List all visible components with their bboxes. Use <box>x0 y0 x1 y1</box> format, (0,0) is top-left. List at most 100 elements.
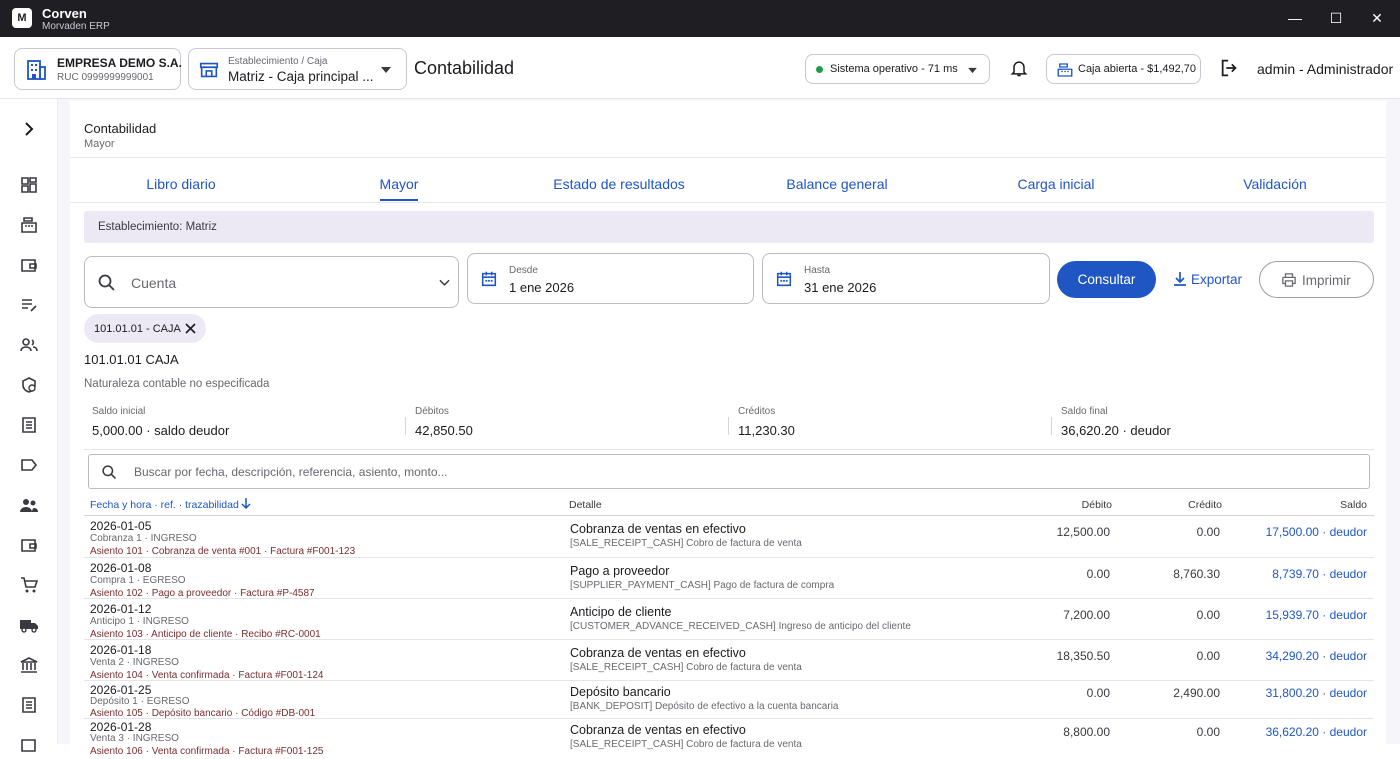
table-row[interactable]: 2026-01-25 Depósito 1 · EGRESO Asiento 1… <box>84 681 1374 719</box>
expand-sidebar-chevron-icon[interactable] <box>19 119 39 139</box>
establishment-selector[interactable]: Establecimiento / Caja Matriz - Caja pri… <box>188 48 407 90</box>
cart-icon[interactable] <box>19 575 39 595</box>
wallet-2-icon[interactable] <box>19 535 39 555</box>
row-date: 2026-01-18 <box>90 643 152 657</box>
table-row[interactable]: 2026-01-18 Venta 2 · INGRESO Asiento 104… <box>84 640 1374 681</box>
row-credit: 0.00 <box>1196 525 1220 539</box>
list-icon[interactable] <box>19 415 39 435</box>
row-ref: Cobranza 1 · INGRESO <box>90 533 197 544</box>
row-code: [SALE_RECEIPT_CASH] Cobro de factura de … <box>570 538 802 549</box>
row-trace: Asiento 103 · Anticipo de cliente · Reci… <box>90 629 321 640</box>
cash-register-nav-icon[interactable] <box>19 215 39 235</box>
system-status-dropdown[interactable]: Sistema operativo - 71 ms <box>805 54 990 84</box>
table-row[interactable]: 2026-01-05 Cobranza 1 · INGRESO Asiento … <box>84 516 1374 558</box>
table-row[interactable]: 2026-01-12 Anticipo 1 · INGRESO Asiento … <box>84 599 1374 640</box>
row-balance: 15,939.70 · deudor <box>1265 608 1367 622</box>
store-icon <box>199 62 219 78</box>
table-row[interactable]: 2026-01-08 Compra 1 · EGRESO Asiento 102… <box>84 558 1374 599</box>
close-window-button[interactable]: ✕ <box>1354 0 1400 37</box>
active-tab-indicator <box>380 199 418 201</box>
edit-list-icon[interactable] <box>19 295 39 315</box>
company-selector[interactable]: EMPRESA DEMO S.A. RUC 0999999999001 <box>14 48 182 90</box>
cash-status-text: Caja abierta - $1,492,70 <box>1078 63 1197 75</box>
page-title: Contabilidad <box>84 121 157 136</box>
document-icon[interactable] <box>19 695 39 715</box>
date-from-value: 1 ene 2026 <box>509 280 575 295</box>
row-debit: 18,350.50 <box>1056 649 1110 663</box>
establishment-label: Establecimiento / Caja <box>228 56 328 67</box>
export-label: Exportar <box>1191 272 1243 287</box>
app-logo-icon: M <box>12 8 32 28</box>
account-select[interactable]: Cuenta <box>84 256 459 308</box>
date-from-label: Desde <box>509 265 538 276</box>
notifications-bell-icon[interactable] <box>1009 58 1029 78</box>
tab-mayor[interactable]: Mayor <box>364 176 434 192</box>
user-label[interactable]: admin - Administrador <box>1257 61 1393 77</box>
header-page-title: Contabilidad <box>414 58 515 78</box>
summary-credits-value: 11,230.30 <box>738 423 795 438</box>
sort-arrow-down-icon[interactable] <box>241 497 251 509</box>
users-icon[interactable] <box>19 335 39 355</box>
app-title: Corven <box>42 6 87 21</box>
summary-credits-label: Créditos <box>738 406 776 417</box>
tab-balance-general[interactable]: Balance general <box>767 176 907 192</box>
caret-down-icon <box>381 67 391 73</box>
row-date: 2026-01-28 <box>90 720 152 734</box>
account-nature: Naturaleza contable no especificada <box>84 378 270 390</box>
row-trace: Asiento 104 · Venta confirmada · Factura… <box>90 670 324 681</box>
wallet-icon[interactable] <box>19 255 39 275</box>
row-balance: 36,620.20 · deudor <box>1265 725 1367 739</box>
row-code: [SALE_RECEIPT_CASH] Cobro de factura de … <box>570 739 802 750</box>
tab-validacion[interactable]: Validación <box>1225 176 1325 192</box>
col-header-date[interactable]: Fecha y hora · ref. · trazabilidad <box>90 499 239 511</box>
row-date: 2026-01-08 <box>90 561 152 575</box>
account-chip[interactable]: 101.01.01 - CAJA <box>84 314 206 343</box>
row-detail: Anticipo de cliente <box>570 605 672 619</box>
row-trace: Asiento 102 · Pago a proveedor · Factura… <box>90 588 315 599</box>
cash-register-status[interactable]: Caja abierta - $1,492,70 <box>1046 54 1201 84</box>
tab-libro-diario[interactable]: Libro diario <box>111 176 251 192</box>
row-code: [CUSTOMER_ADVANCE_RECEIVED_CASH] Ingreso… <box>570 621 911 632</box>
ledger-panel: Contabilidad Mayor Libro diario Mayor Es… <box>70 101 1386 757</box>
date-to-value: 31 ene 2026 <box>804 280 877 295</box>
more-icon[interactable] <box>19 735 39 755</box>
row-date: 2026-01-05 <box>90 519 152 533</box>
row-debit: 0.00 <box>1086 567 1110 581</box>
row-credit: 0.00 <box>1196 725 1220 739</box>
row-detail: Pago a proveedor <box>570 564 670 578</box>
label-icon[interactable] <box>19 455 39 475</box>
tab-estado-resultados[interactable]: Estado de resultados <box>539 176 699 192</box>
row-detail: Cobranza de ventas en efectivo <box>570 723 746 737</box>
clock-badge-icon[interactable] <box>19 375 39 395</box>
logout-icon[interactable] <box>1219 57 1241 79</box>
ledger-search-input[interactable]: Buscar por fecha, descripción, referenci… <box>88 454 1370 489</box>
chevron-down-icon <box>439 279 450 286</box>
table-row[interactable]: 2026-01-28 Venta 3 · INGRESO Asiento 106… <box>84 719 1374 759</box>
row-code: [SALE_RECEIPT_CASH] Cobro de factura de … <box>570 662 802 673</box>
establishment-value: Matriz - Caja principal ... <box>228 69 374 84</box>
date-to-field[interactable]: Hasta 31 ene 2026 <box>762 253 1050 304</box>
row-trace: Asiento 105 · Depósito bancario · Código… <box>90 708 316 719</box>
dashboard-icon[interactable] <box>19 175 39 195</box>
col-header-debit: Débito <box>1081 499 1112 511</box>
col-header-credit: Crédito <box>1188 499 1222 511</box>
row-date: 2026-01-12 <box>90 602 152 616</box>
printer-icon <box>1282 273 1296 287</box>
tab-carga-inicial[interactable]: Carga inicial <box>996 176 1116 192</box>
minimize-button[interactable]: — <box>1272 0 1318 37</box>
consult-button[interactable]: Consultar <box>1057 261 1156 298</box>
print-button[interactable]: Imprimir <box>1259 261 1374 298</box>
maximize-button[interactable]: ☐ <box>1313 0 1359 37</box>
calendar-icon <box>481 271 497 287</box>
search-icon <box>98 274 115 291</box>
people-icon[interactable] <box>19 495 39 515</box>
bank-icon[interactable] <box>19 655 39 675</box>
close-icon[interactable] <box>185 323 196 334</box>
account-title: 101.01.01 CAJA <box>84 352 179 367</box>
row-credit: 8,760.30 <box>1173 567 1220 581</box>
truck-icon[interactable] <box>19 615 39 635</box>
date-from-field[interactable]: Desde 1 ene 2026 <box>467 253 754 304</box>
col-header-detail: Detalle <box>569 499 602 511</box>
row-debit: 12,500.00 <box>1056 525 1110 539</box>
company-name: EMPRESA DEMO S.A. <box>57 56 182 70</box>
